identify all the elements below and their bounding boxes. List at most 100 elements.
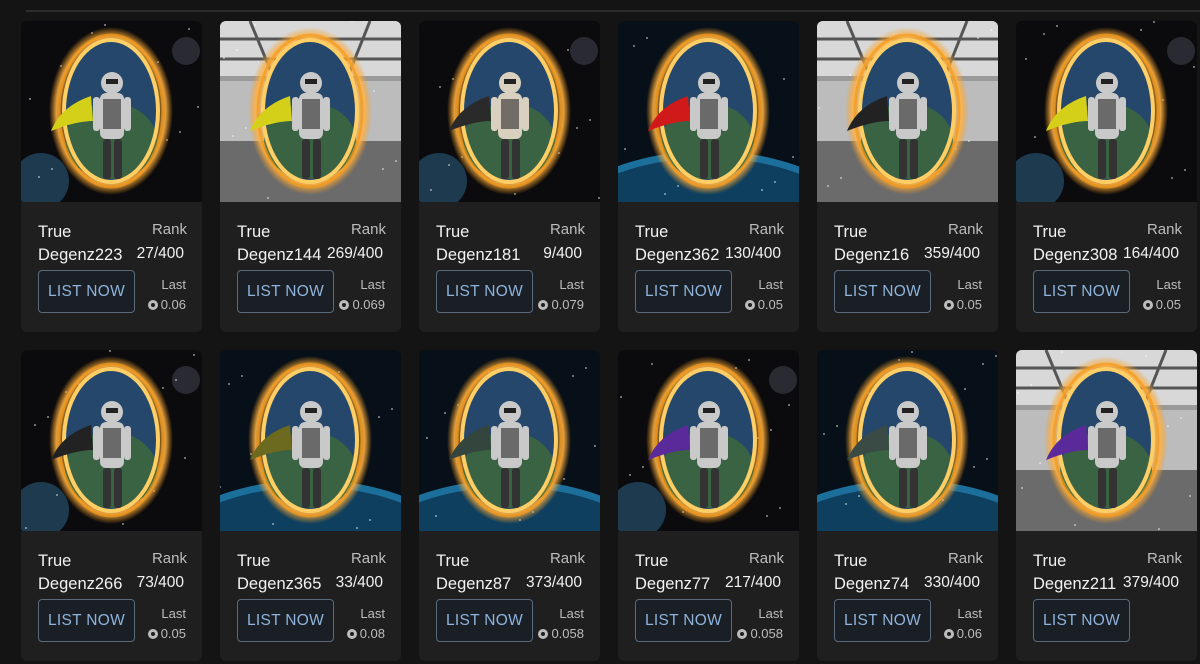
nft-card[interactable]: True Degenz74 Rank 330/400 LIST NOW Last…	[817, 350, 998, 661]
list-now-button[interactable]: LIST NOW	[436, 270, 533, 313]
last-price-label: Last	[161, 606, 186, 621]
list-now-button[interactable]: LIST NOW	[237, 599, 334, 642]
nft-name: True Degenz74	[834, 552, 910, 593]
nft-name: True Degenz362	[635, 223, 720, 264]
list-now-button[interactable]: LIST NOW	[635, 599, 732, 642]
card-info: True Degenz87 Rank 373/400 LIST NOW Last…	[419, 531, 600, 661]
rank-value: 359/400	[923, 245, 980, 262]
rank-label: Rank	[151, 550, 187, 567]
list-now-button[interactable]: LIST NOW	[1033, 599, 1130, 642]
rank-label: Rank	[748, 550, 784, 567]
rank-value: 73/400	[136, 574, 184, 591]
last-price: 0.079	[538, 297, 584, 312]
sol-coin-icon	[346, 628, 357, 639]
nft-name: True Degenz223	[38, 223, 123, 264]
last-price-label: Last	[758, 606, 783, 621]
nft-image[interactable]	[817, 21, 998, 202]
rank-label: Rank	[350, 550, 386, 567]
rank-label: Rank	[947, 550, 983, 567]
rank-label: Rank	[1146, 550, 1182, 567]
last-price-label: Last	[360, 277, 385, 292]
nft-image[interactable]	[1016, 350, 1197, 531]
list-now-button[interactable]: LIST NOW	[237, 270, 334, 313]
nft-card[interactable]: True Degenz266 Rank 73/400 LIST NOW Last…	[21, 350, 202, 661]
nft-card[interactable]: True Degenz308 Rank 164/400 LIST NOW Las…	[1016, 21, 1197, 332]
rank-label: Rank	[151, 221, 187, 238]
last-price: 0.05	[744, 297, 783, 312]
last-price: 0.05	[1142, 297, 1181, 312]
card-info: True Degenz16 Rank 359/400 LIST NOW Last…	[817, 202, 998, 332]
nft-image[interactable]	[817, 350, 998, 531]
list-now-button[interactable]: LIST NOW	[436, 599, 533, 642]
list-now-button[interactable]: LIST NOW	[1033, 270, 1130, 313]
sol-coin-icon	[744, 299, 755, 310]
last-price: 0.058	[737, 626, 783, 641]
nft-card[interactable]: True Degenz365 Rank 33/400 LIST NOW Last…	[220, 350, 401, 661]
nft-card[interactable]: True Degenz181 Rank 9/400 LIST NOW Last …	[419, 21, 600, 332]
card-info: True Degenz77 Rank 217/400 LIST NOW Last…	[618, 531, 799, 661]
last-price: 0.05	[943, 297, 982, 312]
nft-image[interactable]	[21, 21, 202, 202]
nft-image[interactable]	[419, 21, 600, 202]
nft-image[interactable]	[618, 350, 799, 531]
last-price-label: Last	[1156, 277, 1181, 292]
nft-card[interactable]: True Degenz211 Rank 379/400 LIST NOW	[1016, 350, 1197, 661]
rank-value: 373/400	[525, 574, 582, 591]
rank-value: 130/400	[724, 245, 781, 262]
nft-name: True Degenz77	[635, 552, 711, 593]
rank-label: Rank	[748, 221, 784, 238]
nft-image[interactable]	[618, 21, 799, 202]
list-now-button[interactable]: LIST NOW	[635, 270, 732, 313]
last-price-value: 0.05	[160, 626, 186, 641]
list-now-button[interactable]: LIST NOW	[834, 270, 931, 313]
card-info: True Degenz181 Rank 9/400 LIST NOW Last …	[419, 202, 600, 332]
card-info: True Degenz308 Rank 164/400 LIST NOW Las…	[1016, 202, 1197, 332]
rank-value: 33/400	[335, 574, 383, 591]
nft-card[interactable]: True Degenz144 Rank 269/400 LIST NOW Las…	[220, 21, 401, 332]
nft-name: True Degenz365	[237, 552, 322, 593]
rank-value: 269/400	[326, 245, 383, 262]
last-price-value: 0.069	[352, 297, 385, 312]
top-divider	[26, 0, 1200, 12]
nft-image[interactable]	[220, 21, 401, 202]
card-info: True Degenz211 Rank 379/400 LIST NOW	[1016, 531, 1197, 661]
last-price-label: Last	[758, 277, 783, 292]
sol-coin-icon	[737, 628, 748, 639]
nft-image[interactable]	[21, 350, 202, 531]
rank-label: Rank	[350, 221, 386, 238]
rank-value: 164/400	[1122, 245, 1179, 262]
nft-card[interactable]: True Degenz77 Rank 217/400 LIST NOW Last…	[618, 350, 799, 661]
list-now-button[interactable]: LIST NOW	[38, 599, 135, 642]
nft-card[interactable]: True Degenz16 Rank 359/400 LIST NOW Last…	[817, 21, 998, 332]
list-now-button[interactable]: LIST NOW	[834, 599, 931, 642]
nft-card[interactable]: True Degenz87 Rank 373/400 LIST NOW Last…	[419, 350, 600, 661]
card-info: True Degenz74 Rank 330/400 LIST NOW Last…	[817, 531, 998, 661]
last-price: 0.058	[538, 626, 584, 641]
rank-label: Rank	[549, 221, 585, 238]
nft-card[interactable]: True Degenz223 Rank 27/400 LIST NOW Last…	[21, 21, 202, 332]
last-price-value: 0.058	[750, 626, 783, 641]
last-price-value: 0.06	[160, 297, 186, 312]
last-price: 0.06	[943, 626, 982, 641]
rank-value: 217/400	[724, 574, 781, 591]
nft-image[interactable]	[419, 350, 600, 531]
nft-name: True Degenz181	[436, 223, 521, 264]
rank-label: Rank	[549, 550, 585, 567]
last-price-label: Last	[559, 606, 584, 621]
sol-coin-icon	[943, 299, 954, 310]
list-now-button[interactable]: LIST NOW	[38, 270, 135, 313]
sol-coin-icon	[1142, 299, 1153, 310]
nft-name: True Degenz16	[834, 223, 910, 264]
last-price-value: 0.08	[359, 626, 385, 641]
rank-value: 330/400	[923, 574, 980, 591]
last-price-value: 0.05	[757, 297, 783, 312]
last-price-value: 0.058	[551, 626, 584, 641]
card-info: True Degenz266 Rank 73/400 LIST NOW Last…	[21, 531, 202, 661]
last-price: 0.069	[339, 297, 385, 312]
last-price: 0.06	[147, 297, 186, 312]
card-info: True Degenz223 Rank 27/400 LIST NOW Last…	[21, 202, 202, 332]
nft-image[interactable]	[1016, 21, 1197, 202]
nft-image[interactable]	[220, 350, 401, 531]
nft-card[interactable]: True Degenz362 Rank 130/400 LIST NOW Las…	[618, 21, 799, 332]
nft-name: True Degenz87	[436, 552, 512, 593]
